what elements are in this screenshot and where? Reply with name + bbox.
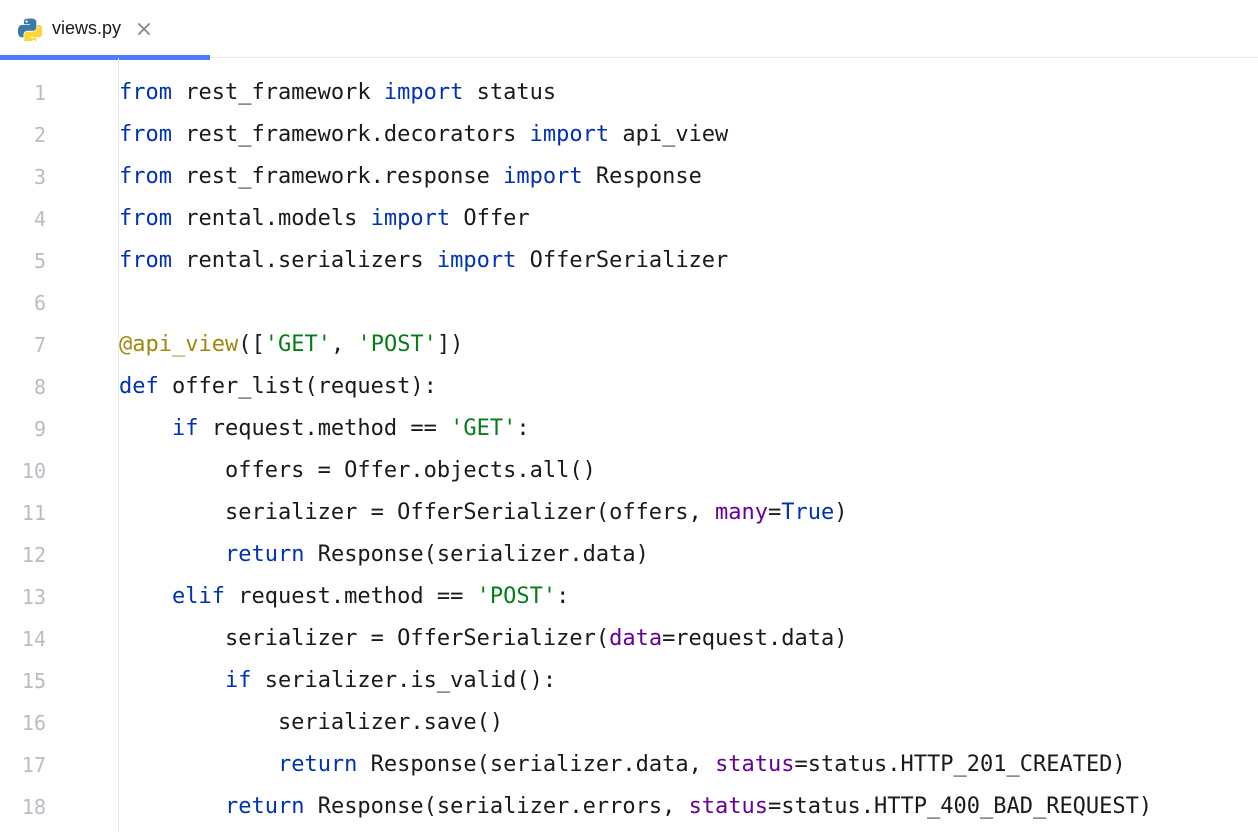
tab-bar: views.py (0, 0, 1258, 58)
python-file-icon (18, 17, 42, 41)
tab-views[interactable]: views.py (0, 0, 171, 57)
line-number: 6 (0, 282, 64, 324)
code-line[interactable]: elif request.method == 'POST': (119, 576, 1258, 618)
code-line[interactable]: serializer = OfferSerializer(data=reques… (119, 618, 1258, 660)
code-line[interactable]: from rental.models import Offer (119, 198, 1258, 240)
code-line[interactable]: return Response(serializer.data) (119, 534, 1258, 576)
code-line[interactable]: offers = Offer.objects.all() (119, 450, 1258, 492)
code-line[interactable]: serializer = OfferSerializer(offers, man… (119, 492, 1258, 534)
close-icon[interactable] (135, 20, 153, 38)
code-line[interactable] (119, 282, 1258, 324)
line-number: 12 (0, 534, 64, 576)
line-number: 8 (0, 366, 64, 408)
line-number: 14 (0, 618, 64, 660)
code-line[interactable]: from rest_framework import status (119, 72, 1258, 114)
line-number: 10 (0, 450, 64, 492)
code-line[interactable]: from rest_framework.response import Resp… (119, 156, 1258, 198)
code-line[interactable]: @api_view(['GET', 'POST']) (119, 324, 1258, 366)
code-content[interactable]: from rest_framework import statusfrom re… (64, 58, 1258, 832)
editor-area[interactable]: 123456789101112131415161718 from rest_fr… (0, 58, 1258, 832)
code-line[interactable]: return Response(serializer.data, status=… (119, 744, 1258, 786)
line-number: 16 (0, 702, 64, 744)
line-number: 13 (0, 576, 64, 618)
line-number: 11 (0, 492, 64, 534)
code-line[interactable]: return Response(serializer.errors, statu… (119, 786, 1258, 828)
code-line[interactable]: if serializer.is_valid(): (119, 660, 1258, 702)
line-number: 4 (0, 198, 64, 240)
code-line[interactable]: from rest_framework.decorators import ap… (119, 114, 1258, 156)
line-number: 7 (0, 324, 64, 366)
code-line[interactable]: if request.method == 'GET': (119, 408, 1258, 450)
tab-label: views.py (52, 18, 121, 39)
code-editor: views.py 123456789101112131415161718 fro… (0, 0, 1258, 832)
line-number: 2 (0, 114, 64, 156)
code-line[interactable]: from rental.serializers import OfferSeri… (119, 240, 1258, 282)
code-line[interactable]: def offer_list(request): (119, 366, 1258, 408)
line-number: 5 (0, 240, 64, 282)
code-line[interactable]: serializer.save() (119, 702, 1258, 744)
line-number: 9 (0, 408, 64, 450)
line-number: 3 (0, 156, 64, 198)
line-number: 1 (0, 72, 64, 114)
line-number: 18 (0, 786, 64, 828)
line-gutter: 123456789101112131415161718 (0, 58, 64, 832)
line-number: 15 (0, 660, 64, 702)
line-number: 17 (0, 744, 64, 786)
